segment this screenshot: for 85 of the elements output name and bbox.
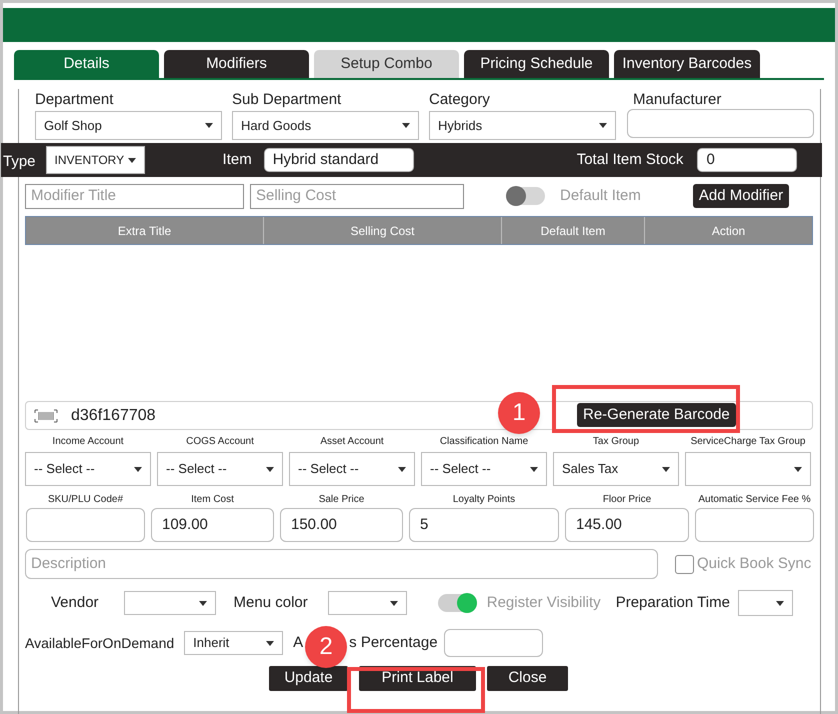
field-label: Category [429,90,491,109]
toggle-label: Default Item [560,186,641,206]
field-label: ServiceCharge Tax Group [690,435,806,449]
barcode-icon [34,408,58,422]
column-header: Extra Title [26,217,264,244]
input-field[interactable] [695,508,814,542]
input-field[interactable] [444,629,543,657]
dropdown[interactable]: Sales Tax [553,452,679,486]
input-field[interactable]: 145.00 [565,508,689,542]
dropdown[interactable] [738,590,793,616]
caret-icon [530,466,538,472]
field-label: Loyalty Points [452,493,516,507]
field-label: Classification Name [440,435,528,449]
field-label: Sale Price [318,493,364,507]
field-label: Total Item Stock [576,150,684,170]
input-field[interactable]: 0 [697,148,798,172]
field-label: Tax Group [592,435,640,449]
add-modifier-button[interactable]: Add Modifier [692,184,790,208]
checkbox-label: Quick Book Sync [697,554,812,574]
caret-icon [662,466,670,472]
field-label: Type [3,152,36,172]
caret-icon [134,466,142,472]
field-label: Department [35,90,114,109]
caret-icon [390,600,398,606]
field-label: Asset Account [320,435,384,449]
field-label: SKU/PLU Code# [48,493,124,507]
toggle-switch[interactable] [438,594,477,612]
dropdown[interactable] [685,452,811,486]
toggle-label: Register Visibility [486,592,601,613]
caret-icon [398,466,406,472]
dropdown[interactable]: Golf Shop [35,111,222,140]
field-label: Sub Department [232,90,342,109]
input-field[interactable]: Hybrid standard [264,148,414,172]
field-label: Preparation Time [616,592,730,613]
input-field[interactable]: 5 [409,508,559,542]
checkbox[interactable] [675,554,694,574]
input-field[interactable]: 150.00 [280,508,403,542]
field-label: Income Account [52,435,124,449]
tab[interactable]: Details [14,50,159,78]
barcode-value: d36f167708 [71,406,156,426]
caret-icon [599,123,607,128]
field-label: AvailableForOnDemand [25,634,174,652]
tab[interactable]: Inventory Barcodes [614,50,760,78]
caret-icon [266,466,274,472]
tab[interactable]: Pricing Schedule [464,50,609,78]
toggle-switch[interactable] [506,187,545,205]
action-button[interactable]: Update [269,666,348,691]
caret-icon [794,466,802,472]
column-header: Action [710,222,746,240]
dropdown[interactable]: Hard Goods [232,111,419,140]
caret-icon [776,600,784,606]
field-label: Automatic Service Fee % [698,493,811,507]
step-badge: 1 [498,392,540,434]
field-label: Item [222,150,252,170]
field-label: COGS Account [186,435,254,449]
tab[interactable]: Modifiers [164,50,309,78]
dropdown[interactable]: Hybrids [429,111,616,140]
field-label: Item Cost [191,493,234,507]
dropdown[interactable]: -- Select -- [157,452,283,486]
input-field[interactable] [627,109,814,138]
caret-icon [205,123,213,128]
action-button[interactable]: Close [487,666,568,691]
caret-icon [128,158,136,162]
caret-icon [198,600,207,606]
field-label: Manufacturer [633,90,722,109]
caret-icon [266,640,274,646]
field-label: Floor Price [602,493,652,507]
dropdown[interactable] [124,591,216,615]
input-field[interactable] [26,508,145,542]
dropdown[interactable]: -- Select -- [25,452,151,486]
dropdown[interactable]: -- Select -- [421,452,547,486]
step-badge: 2 [305,626,347,668]
dropdown[interactable] [328,591,407,615]
caret-icon [402,123,410,128]
field-label: Vendor [51,592,99,613]
field-label: A [293,632,304,653]
input-field[interactable]: 109.00 [151,508,274,542]
dropdown[interactable]: -- Select -- [289,452,415,486]
dropdown[interactable]: INVENTORY [46,146,145,174]
field-label: s Percentage [349,632,438,653]
field-label: Menu color [234,592,308,613]
regenerate-barcode-button[interactable]: Re-Generate Barcode [577,403,736,427]
dropdown[interactable]: Inherit [184,631,284,655]
column-header: Default Item [502,217,645,244]
column-header: Selling Cost [264,217,502,244]
